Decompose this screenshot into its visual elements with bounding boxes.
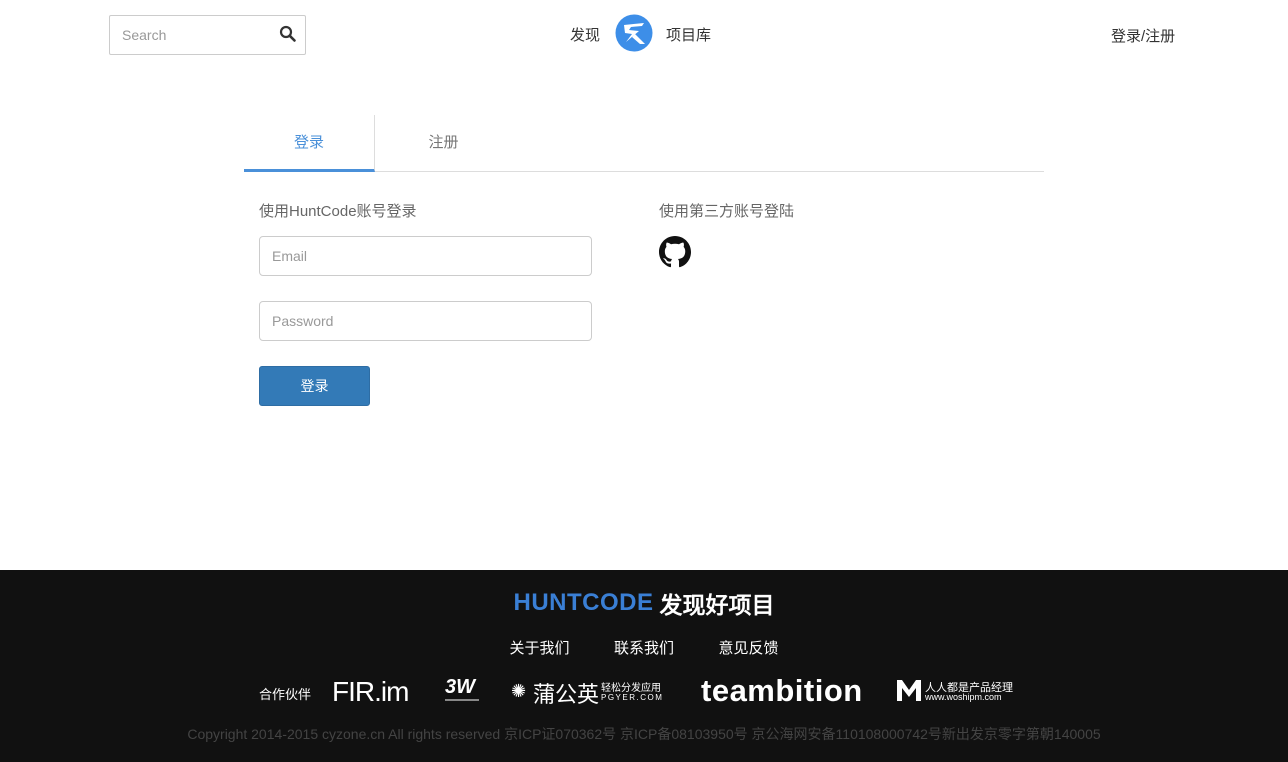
partner-woshipm-logo[interactable]: 人人都是产品经理 www.woshipm.com xyxy=(896,677,1016,707)
login-register-link[interactable]: 登录/注册 xyxy=(1111,25,1175,46)
partner-pgyer-sub: 轻松分发应用 xyxy=(601,683,661,694)
nav-projects-link[interactable]: 项目库 xyxy=(666,24,711,45)
tab-login[interactable]: 登录 xyxy=(244,115,375,172)
woshipm-m-icon xyxy=(896,677,922,703)
login-form-title: 使用HuntCode账号登录 xyxy=(259,203,417,220)
partner-pgyer-logo[interactable]: ✺ 蒲公英 轻松分发应用 PGYER.COM xyxy=(511,677,671,707)
search-box xyxy=(109,15,306,55)
search-input[interactable] xyxy=(110,16,275,54)
dandelion-icon: ✺ xyxy=(511,681,527,701)
partner-pgyer-en: PGYER.COM xyxy=(601,693,664,702)
footer: HUNTCODE 发现好项目 关于我们 联系我们 意见反馈 合作伙伴 FIR.im… xyxy=(0,570,1288,762)
copyright-text: Copyright 2014-2015 cyzone.cn All rights… xyxy=(187,726,1101,742)
partner-3w-underline xyxy=(445,699,479,701)
login-submit-button[interactable]: 登录 xyxy=(259,366,370,406)
partner-teambition-logo[interactable]: teambition xyxy=(701,673,863,708)
tab-register[interactable]: 注册 xyxy=(378,115,509,171)
brand-name: HUNTCODE xyxy=(513,589,654,616)
partners-label: 合作伙伴 xyxy=(259,687,312,702)
search-icon[interactable] xyxy=(279,25,297,43)
auth-tabs: 登录 注册 xyxy=(244,115,1044,172)
partner-fir-logo[interactable]: FIR.im xyxy=(332,676,409,710)
password-field[interactable] xyxy=(259,301,592,341)
nav-discover-link[interactable]: 发现 xyxy=(570,24,600,45)
partner-3w-text: 3W xyxy=(445,676,475,698)
github-icon[interactable] xyxy=(659,236,691,268)
footer-link-contact[interactable]: 联系我们 xyxy=(614,637,674,658)
email-field[interactable] xyxy=(259,236,592,276)
partner-3w-logo[interactable]: 3W xyxy=(445,676,481,706)
footer-link-about[interactable]: 关于我们 xyxy=(510,637,570,658)
footer-links: 关于我们 联系我们 意见反馈 xyxy=(0,637,1288,658)
footer-brand: HUNTCODE 发现好项目 xyxy=(0,586,1288,620)
partner-pgyer-name: 蒲公英 xyxy=(533,682,600,707)
footer-link-feedback[interactable]: 意见反馈 xyxy=(718,637,778,658)
logo-icon[interactable] xyxy=(615,14,653,52)
partner-woshipm-url: www.woshipm.com xyxy=(925,692,1002,702)
brand-slogan: 发现好项目 xyxy=(659,593,775,619)
third-party-title: 使用第三方账号登陆 xyxy=(659,203,795,220)
